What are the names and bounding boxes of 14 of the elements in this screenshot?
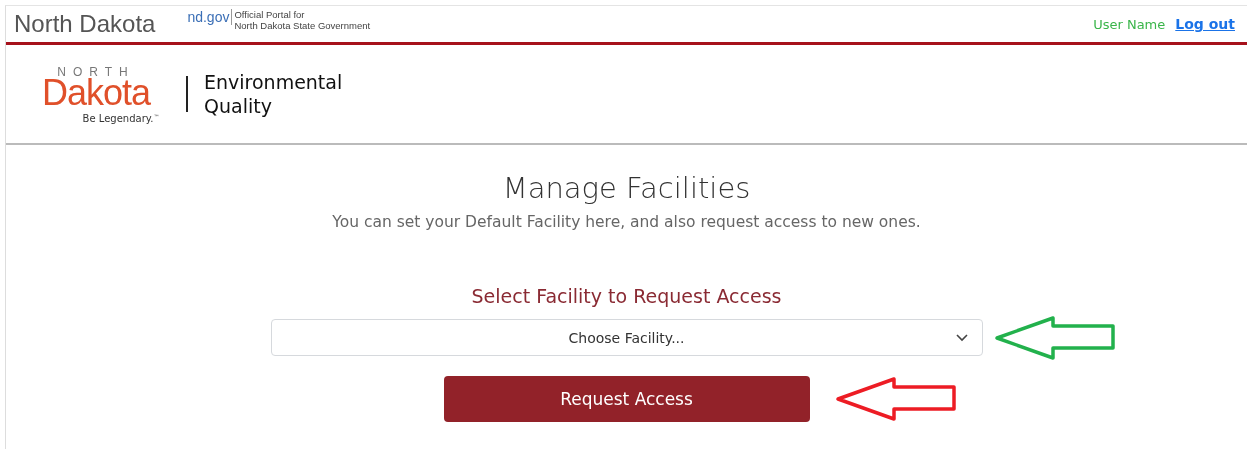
logout-link[interactable]: Log out [1175,16,1235,32]
department-name: Quality [204,94,273,118]
portal-domain: nd.gov [187,9,233,25]
site-title: North Dakota [14,10,156,38]
page-subtitle: You can set your Default Facility here, and also request access to new ones. [332,213,921,231]
user-name: User Name [1093,16,1166,32]
chevron-down-icon [955,334,968,342]
department-name: Environmental [204,70,343,94]
select-label: Select Facility to Request Access [471,285,782,307]
request-access-button[interactable]: Request Access [443,376,810,422]
facility-select[interactable]: Choose Facility... [270,319,983,356]
portal-tagline: Official Portal for [234,9,306,20]
portal-tagline: North Dakota State Government [234,20,371,31]
page-title: Manage Facilities [502,171,751,205]
